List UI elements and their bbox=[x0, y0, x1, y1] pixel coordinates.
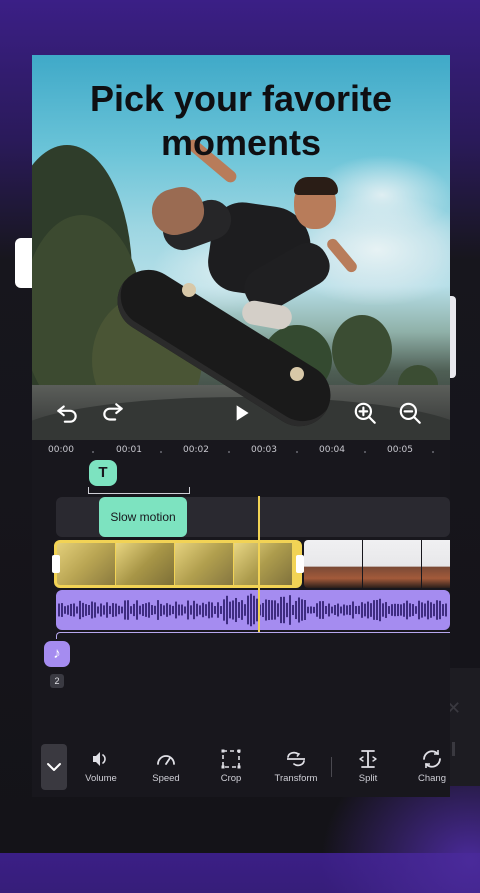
timecode-4: 00:04 bbox=[319, 445, 345, 455]
timecode-1: 00:01 bbox=[116, 445, 142, 455]
transform-icon bbox=[287, 751, 305, 767]
headline-line-2: moments bbox=[160, 122, 322, 163]
redo-icon[interactable] bbox=[100, 400, 126, 426]
timecode-5: 00:05 bbox=[387, 445, 413, 455]
text-track-range bbox=[88, 487, 190, 494]
promo-headline: Pick your favorite moments bbox=[32, 77, 450, 165]
video-preview[interactable]: Pick your favorite moments bbox=[32, 55, 450, 440]
crop-icon bbox=[221, 749, 241, 769]
tool-volume[interactable]: Volume bbox=[71, 747, 131, 784]
undo-icon[interactable] bbox=[54, 400, 80, 426]
speed-icon bbox=[157, 755, 175, 765]
video-track bbox=[52, 540, 450, 588]
timecode-2: 00:02 bbox=[183, 445, 209, 455]
trim-handle-right[interactable] bbox=[296, 555, 304, 573]
tool-label: Crop bbox=[220, 773, 242, 784]
tool-label: Volume bbox=[85, 773, 117, 784]
zoom-in-icon[interactable] bbox=[352, 400, 378, 426]
audio-range bbox=[56, 632, 450, 639]
music-note-icon[interactable]: ♪ bbox=[44, 641, 70, 667]
audio-track[interactable] bbox=[56, 590, 450, 630]
bottom-toolbar: Volume Speed Crop Transform Split Chang bbox=[32, 739, 450, 797]
playhead[interactable] bbox=[258, 496, 260, 632]
audio-waveform bbox=[58, 593, 447, 627]
audio-count-badge: 2 bbox=[50, 674, 64, 688]
change-icon bbox=[423, 750, 441, 768]
ghost-divider bbox=[452, 742, 455, 756]
collapse-button[interactable] bbox=[41, 744, 67, 790]
toolbar-separator bbox=[331, 757, 332, 777]
slow-motion-clip[interactable]: Slow motion bbox=[99, 497, 187, 537]
tool-label: Split bbox=[358, 773, 378, 784]
zoom-out-icon[interactable] bbox=[397, 400, 423, 426]
editor-screen: Pick your favorite moments 00:00 00:01 0… bbox=[32, 55, 450, 797]
split-icon bbox=[359, 750, 377, 768]
tool-label: Chang bbox=[418, 773, 446, 784]
tool-transform[interactable]: Transform bbox=[266, 747, 326, 784]
text-track-marker[interactable]: T bbox=[89, 460, 117, 486]
timecode-3: 00:03 bbox=[251, 445, 277, 455]
tool-change[interactable]: Chang bbox=[402, 747, 450, 784]
chevron-down-icon bbox=[47, 763, 61, 771]
headline-line-1: Pick your favorite bbox=[89, 78, 393, 119]
tool-split[interactable]: Split bbox=[338, 747, 398, 784]
tool-label: Speed bbox=[152, 773, 180, 784]
tool-speed[interactable]: Speed bbox=[136, 747, 196, 784]
timecode-0: 00:00 bbox=[48, 445, 74, 455]
timecode-ruler[interactable]: 00:00 00:01 00:02 00:03 00:04 00:05 bbox=[32, 440, 450, 462]
tool-crop[interactable]: Crop bbox=[201, 747, 261, 784]
video-clip-2[interactable] bbox=[304, 540, 450, 588]
selected-video-clip[interactable] bbox=[54, 540, 302, 588]
tool-label: Transform bbox=[274, 773, 318, 784]
play-icon[interactable] bbox=[228, 400, 254, 426]
trim-handle-left[interactable] bbox=[52, 555, 60, 573]
volume-icon bbox=[93, 752, 106, 766]
